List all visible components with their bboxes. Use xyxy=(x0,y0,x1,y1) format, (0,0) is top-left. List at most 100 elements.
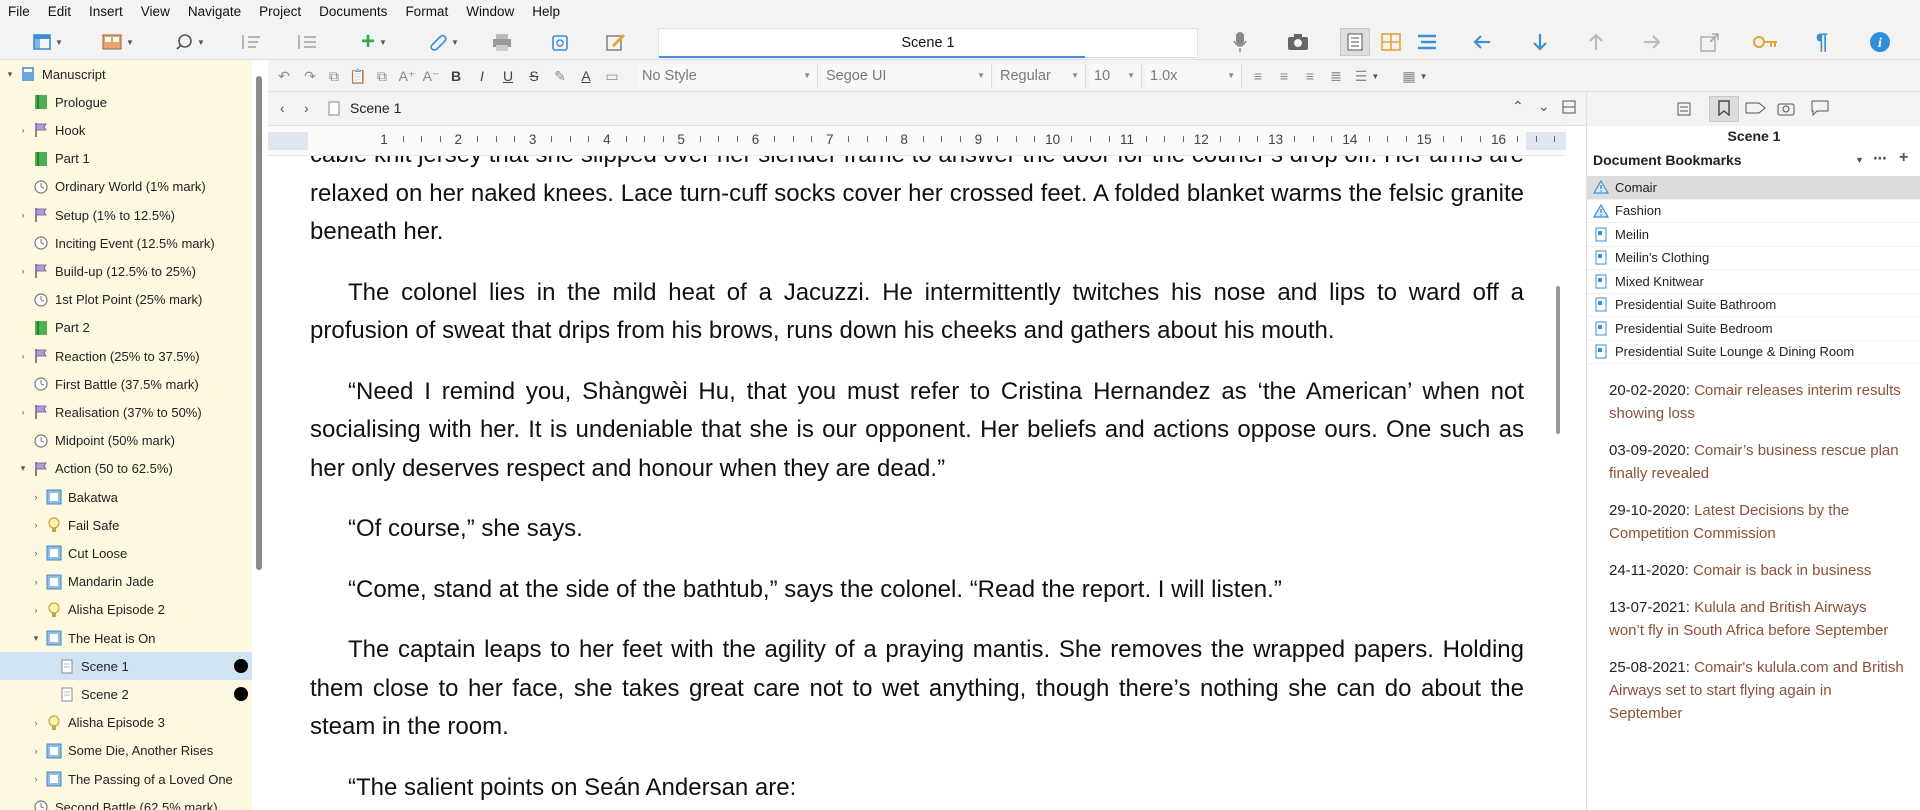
menu-window[interactable]: Window xyxy=(458,0,524,24)
bookmark-item[interactable]: Meilin xyxy=(1587,223,1920,247)
split-editor-button[interactable] xyxy=(1562,100,1576,117)
binder-item[interactable]: Scene 1 xyxy=(0,652,252,681)
binder-item[interactable]: ▾ The Heat is On xyxy=(0,624,252,652)
disclosure-icon[interactable]: › xyxy=(30,718,42,728)
increase-font-button[interactable]: A⁺ xyxy=(396,66,418,86)
camera-button[interactable] xyxy=(1284,28,1312,56)
bookmark-item[interactable]: Presidential Suite Bedroom xyxy=(1587,317,1920,341)
menu-format[interactable]: Format xyxy=(397,0,458,24)
ruler[interactable]: 1 2 3 4 5 6 7 8 9 10 11 12 13 14 15 16 xyxy=(268,126,1566,156)
dictation-button[interactable] xyxy=(1228,28,1252,56)
paragraph[interactable]: “Come, stand at the side of the bathtub,… xyxy=(310,571,1524,610)
note-link[interactable]: Comair is back in business xyxy=(1693,562,1871,579)
binder-item[interactable]: Part 1 xyxy=(0,145,252,173)
disclosure-icon[interactable]: › xyxy=(30,520,42,530)
copy-button[interactable]: ⧉ xyxy=(324,66,344,86)
move-left-button[interactable] xyxy=(1468,28,1496,56)
search-button[interactable]: ▼ xyxy=(168,28,212,56)
disclosure-icon[interactable]: › xyxy=(17,125,29,135)
menu-documents[interactable]: Documents xyxy=(311,0,397,24)
binder-item[interactable]: › Alisha Episode 3 xyxy=(0,709,252,737)
bookmarks-tab[interactable] xyxy=(1709,96,1739,122)
line-spacing-select[interactable]: 1.0x ▼ xyxy=(1146,64,1242,88)
disclosure-icon[interactable]: ▾ xyxy=(17,463,29,474)
disclosure-icon[interactable]: › xyxy=(17,266,29,276)
menu-edit[interactable]: Edit xyxy=(40,0,81,24)
disclosure-icon[interactable]: › xyxy=(30,492,42,502)
disclosure-icon[interactable]: › xyxy=(17,407,29,417)
disclosure-icon[interactable]: ▾ xyxy=(4,69,16,80)
composition-button[interactable]: ▼ xyxy=(96,28,140,56)
sort-button[interactable] xyxy=(236,28,264,56)
paste-button[interactable]: 📋 xyxy=(348,66,368,86)
next-doc-button[interactable]: ⌄ xyxy=(1538,98,1550,115)
disclosure-icon[interactable]: › xyxy=(30,746,42,756)
document-title-field[interactable]: Scene 1 xyxy=(658,28,1198,58)
undo-button[interactable]: ↶ xyxy=(274,66,294,86)
size-select[interactable]: 10 ▼ xyxy=(1090,64,1142,88)
binder-item[interactable]: › Hook xyxy=(0,116,252,144)
paragraph[interactable]: The captain leaps to her feet with the a… xyxy=(310,631,1524,747)
decrease-font-button[interactable]: A⁻ xyxy=(420,66,442,86)
binder-item[interactable]: › Cut Loose xyxy=(0,539,252,567)
italic-button[interactable]: I xyxy=(472,66,492,86)
bookmark-item[interactable]: Mixed Knitwear xyxy=(1587,270,1920,294)
menu-project[interactable]: Project xyxy=(251,0,311,24)
snapshot-button[interactable] xyxy=(546,28,574,56)
view-outliner-button[interactable] xyxy=(1412,28,1442,56)
disclosure-icon[interactable]: › xyxy=(17,210,29,220)
duplicate-button[interactable]: ⧉ xyxy=(372,66,392,86)
binder-item[interactable]: Ordinary World (1% mark) xyxy=(0,173,252,201)
font-select[interactable]: Segoe UI ▼ xyxy=(822,64,992,88)
binder-scrollbar[interactable] xyxy=(256,76,262,570)
back-button[interactable]: ‹ xyxy=(280,100,285,116)
weight-select[interactable]: Regular ▼ xyxy=(996,64,1086,88)
paragraph[interactable]: “Of course,” she says. xyxy=(310,510,1524,549)
inspector-button[interactable]: i xyxy=(1866,28,1894,56)
justify-button[interactable]: ≣ xyxy=(1326,66,1346,86)
previous-doc-button[interactable]: ⌃ xyxy=(1512,98,1524,115)
menu-file[interactable]: File xyxy=(0,0,40,24)
paragraph[interactable]: “Need I remind you, Shàngwèi Hu, that yo… xyxy=(310,373,1524,489)
binder-item[interactable]: Part 2 xyxy=(0,314,252,342)
align-center-button[interactable]: ≡ xyxy=(1274,66,1294,86)
list-button[interactable]: ☰ ▼ xyxy=(1352,66,1382,86)
menu-help[interactable]: Help xyxy=(524,0,570,24)
outline-button[interactable] xyxy=(292,28,320,56)
disclosure-icon[interactable]: › xyxy=(30,605,42,615)
binder-item[interactable]: › Reaction (25% to 37.5%) xyxy=(0,342,252,370)
comments-tab[interactable] xyxy=(1811,100,1829,119)
binder-item[interactable]: Prologue xyxy=(0,88,252,116)
align-right-button[interactable]: ≡ xyxy=(1300,66,1320,86)
view-document-button[interactable] xyxy=(1340,28,1370,56)
bold-button[interactable]: B xyxy=(446,66,466,86)
add-bookmark-icon[interactable]: + xyxy=(1899,146,1908,170)
binder-item[interactable]: › Some Die, Another Rises xyxy=(0,737,252,765)
forward-button[interactable]: › xyxy=(304,100,309,116)
chevron-down-icon[interactable]: ▼ xyxy=(1855,148,1864,172)
bookmark-item[interactable]: Fashion xyxy=(1587,200,1920,223)
document-text[interactable]: cable knit jersey that she slipped over … xyxy=(310,156,1524,810)
highlight-button[interactable]: ✎ xyxy=(550,66,570,86)
disclosure-icon[interactable]: › xyxy=(17,351,29,361)
binder-item[interactable]: › Bakatwa xyxy=(0,483,252,511)
editor-scrollbar[interactable] xyxy=(1556,286,1560,434)
disclosure-icon[interactable]: › xyxy=(30,774,42,784)
redo-button[interactable]: ↷ xyxy=(300,66,320,86)
bookmark-item[interactable]: Presidential Suite Lounge & Dining Room xyxy=(1587,341,1920,364)
edit-note-button[interactable] xyxy=(602,28,630,56)
bookmark-item[interactable]: Presidential Suite Bathroom xyxy=(1587,294,1920,317)
notes-tab[interactable] xyxy=(1677,100,1695,119)
strikethrough-button[interactable]: S xyxy=(524,66,544,86)
binder-item[interactable]: › Fail Safe xyxy=(0,511,252,539)
disclosure-icon[interactable]: › xyxy=(30,577,42,587)
ruler-right-margin[interactable] xyxy=(1526,132,1566,150)
binder-item[interactable]: First Battle (37.5% mark) xyxy=(0,370,252,398)
metadata-tab[interactable] xyxy=(1745,100,1767,119)
print-button[interactable] xyxy=(488,28,516,56)
binder-item[interactable]: Scene 2 xyxy=(0,680,252,708)
binder-item[interactable]: ▾ Manuscript xyxy=(0,60,252,88)
attach-button[interactable]: ▼ xyxy=(422,28,466,56)
binder-item[interactable]: › Setup (1% to 12.5%) xyxy=(0,201,252,229)
move-right-button[interactable] xyxy=(1638,28,1666,56)
